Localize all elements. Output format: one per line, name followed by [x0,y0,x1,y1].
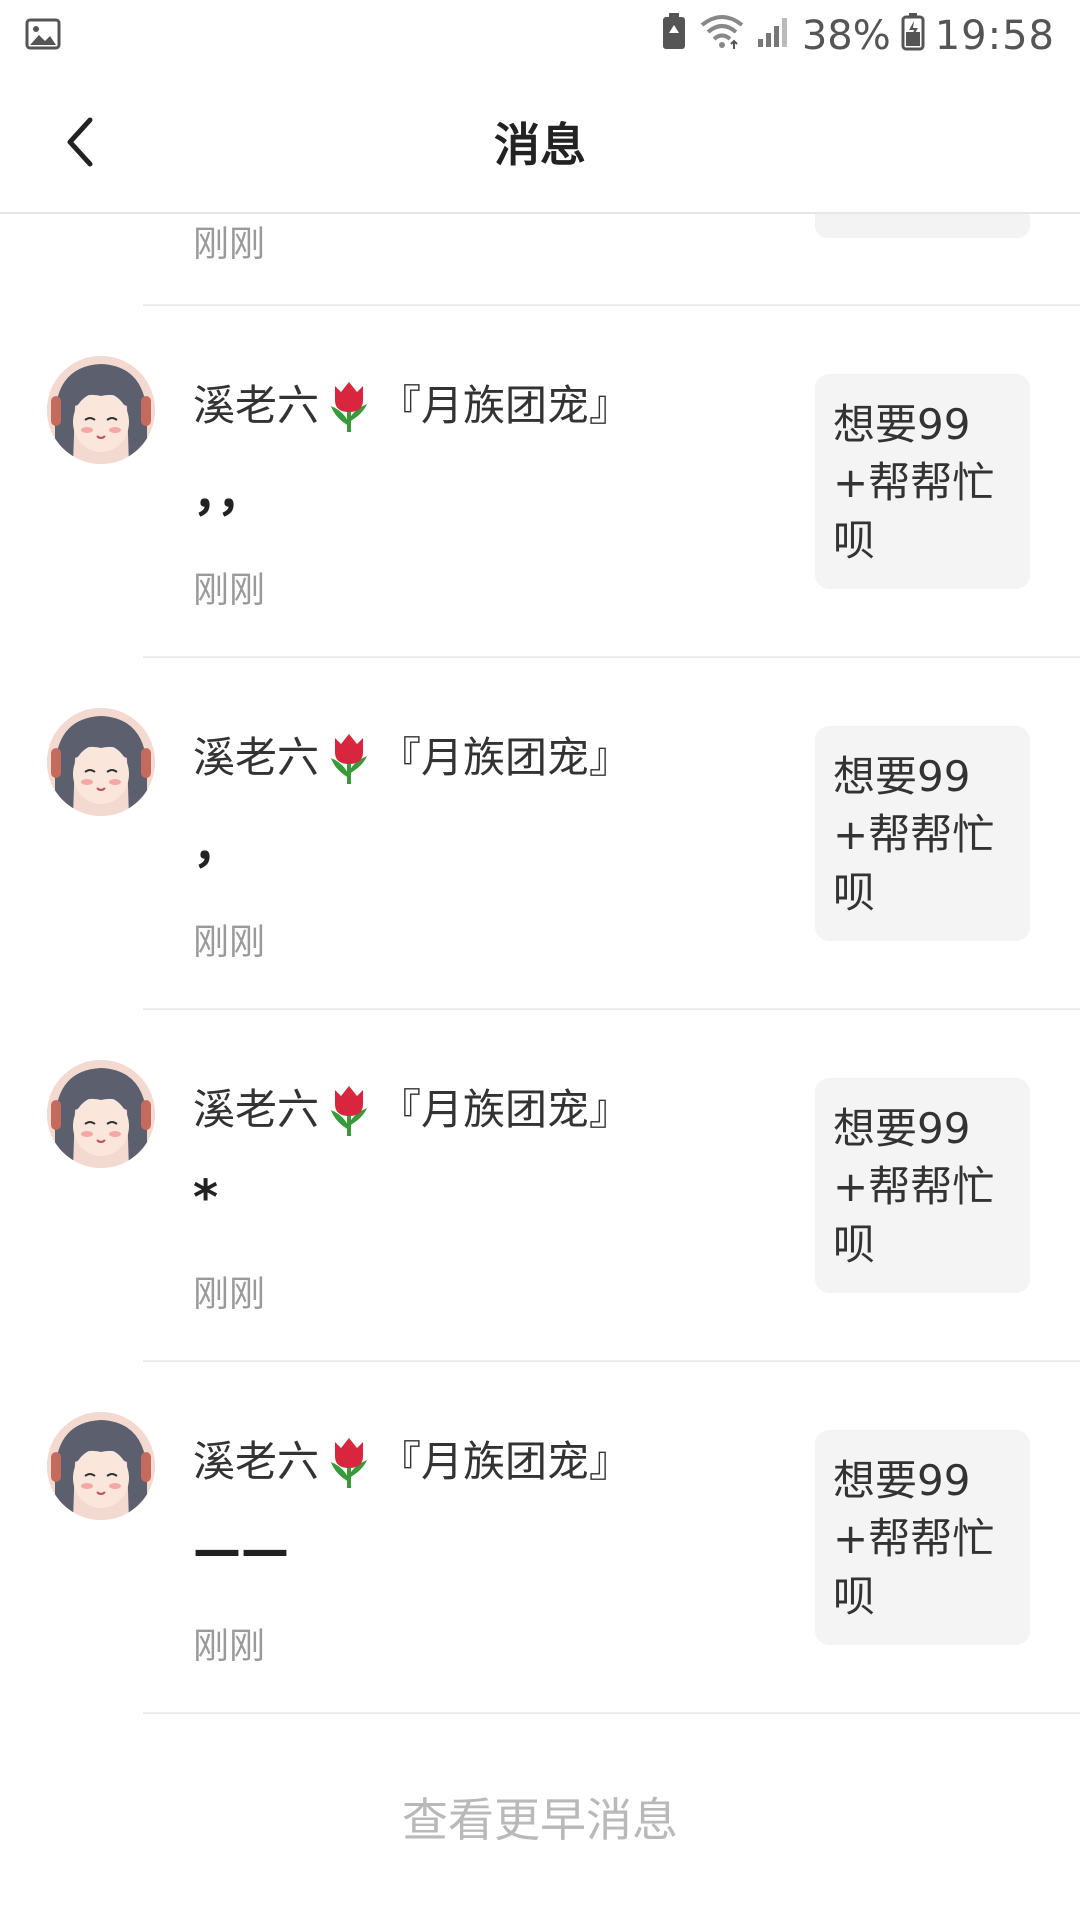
messages-screen: 38% 19:58 消息 刚刚 溪老六 『月族团宠』 ，， 刚刚 想要99+帮帮… [0,0,1080,1920]
signal-icon [756,13,792,59]
reply-card[interactable]: 想要99+帮帮忙呗 [815,374,1030,589]
avatar[interactable] [47,1412,155,1520]
avatar[interactable] [47,708,155,816]
message-row[interactable]: 溪老六 『月族团宠』 ， 刚刚 想要99+帮帮忙呗 [0,658,1080,1010]
message-row-partial[interactable]: 刚刚 [0,214,1080,306]
chevron-left-icon [67,117,93,167]
message-row[interactable]: 溪老六 『月族团宠』 ，， 刚刚 想要99+帮帮忙呗 [0,306,1080,658]
tulip-icon [321,730,377,786]
status-bar: 38% 19:58 [0,0,1080,72]
avatar[interactable] [47,356,155,464]
message-list: 溪老六 『月族团宠』 ，， 刚刚 想要99+帮帮忙呗 溪老六 『月族团宠』 ， … [0,306,1080,1714]
message-time: 刚刚 [193,922,266,963]
page-title: 消息 [494,118,586,172]
tulip-icon [321,1434,377,1490]
avatar[interactable] [47,1060,155,1168]
sender-name: 溪老六 『月族团宠』 [193,1434,793,1490]
message-content: ，， [193,466,266,522]
sender-name: 溪老六 『月族团宠』 [193,730,793,786]
message-time: 刚刚 [193,1274,266,1315]
wifi-icon [698,11,746,61]
divider [143,1712,1080,1714]
sender-name: 溪老六 『月族团宠』 [193,1082,793,1138]
message-time: 刚刚 [193,570,266,611]
tulip-icon [321,1082,377,1138]
header-bar: 消息 [0,72,1080,214]
message-row[interactable]: 溪老六 『月族团宠』 * 刚刚 想要99+帮帮忙呗 [0,1010,1080,1362]
battery-percentage: 38% [801,13,891,59]
tulip-icon [321,378,377,434]
battery-icon [901,11,925,61]
gallery-notification-icon [25,16,61,56]
message-content: ， [193,818,242,874]
sender-name: 溪老六 『月族团宠』 [193,378,793,434]
reply-card[interactable]: 想要99+帮帮忙呗 [815,1430,1030,1645]
message-content: —— [193,1522,289,1578]
status-time: 19:58 [934,13,1055,59]
back-button[interactable] [40,102,120,182]
message-time: 刚刚 [193,1626,266,1667]
message-time: 刚刚 [193,224,266,265]
message-row[interactable]: 溪老六 『月族团宠』 —— 刚刚 想要99+帮帮忙呗 [0,1362,1080,1714]
load-earlier-messages-button[interactable]: 查看更早消息 [0,1780,1080,1860]
reply-card-partial[interactable] [815,214,1030,238]
message-content: * [193,1170,219,1226]
reply-card[interactable]: 想要99+帮帮忙呗 [815,726,1030,941]
reply-card[interactable]: 想要99+帮帮忙呗 [815,1078,1030,1293]
battery-saver-icon [660,11,688,61]
